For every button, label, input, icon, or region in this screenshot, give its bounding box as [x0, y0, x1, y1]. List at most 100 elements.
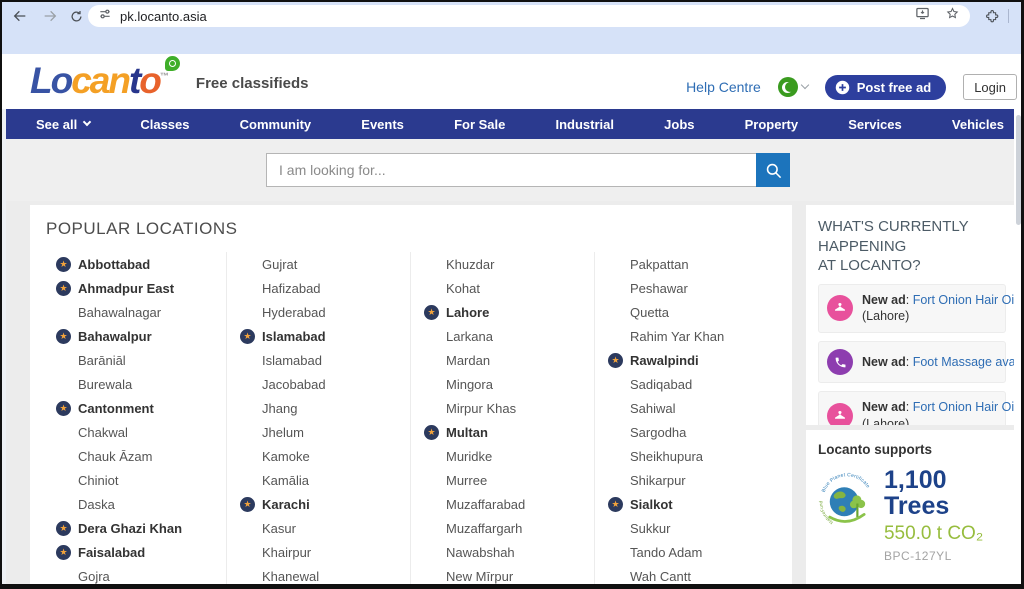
location-link-khanewal[interactable]: Khanewal [240, 564, 410, 588]
location-link-sahiwal[interactable]: Sahiwal [608, 396, 779, 420]
location-link-bahawalnagar[interactable]: Bahawalnagar [56, 300, 226, 324]
star-badge-icon: ★ [608, 497, 623, 512]
location-link-jhang[interactable]: Jhang [240, 396, 410, 420]
location-link-kasur[interactable]: Kasur [240, 516, 410, 540]
location-link-burewala[interactable]: Burewala [56, 372, 226, 396]
location-link-sialkot[interactable]: ★Sialkot [608, 492, 779, 516]
location-link-new-m-rpur[interactable]: New Mīrpur [424, 564, 594, 588]
location-link-bar-ni-l[interactable]: Barāniāl [56, 348, 226, 372]
bookmark-star-icon[interactable] [945, 6, 960, 26]
nav-item-jobs[interactable]: Jobs [660, 117, 698, 132]
locations-column-2: GujratHafizabadHyderabad★IslamabadIslama… [240, 252, 411, 588]
location-link-sheikhupura[interactable]: Sheikhupura [608, 444, 779, 468]
new-ad-card[interactable]: New ad: Fort Onion Hair Oil Price In ...… [818, 284, 1006, 334]
login-button[interactable]: Login [963, 74, 1017, 100]
location-link-kamoke[interactable]: Kamoke [240, 444, 410, 468]
address-bar[interactable]: pk.locanto.asia [88, 5, 970, 27]
new-ad-card[interactable]: New ad: Fort Onion Hair Oil Price In ...… [818, 391, 1006, 425]
location-link-rawalpindi[interactable]: ★Rawalpindi [608, 348, 779, 372]
location-link-dera-ghazi-khan[interactable]: ★Dera Ghazi Khan [56, 516, 226, 540]
location-link-quetta[interactable]: Quetta [608, 300, 779, 324]
locanto-logo[interactable]: Locanto™ [30, 62, 184, 99]
location-link-muridke[interactable]: Muridke [424, 444, 594, 468]
location-link-mirpur-khas[interactable]: Mirpur Khas [424, 396, 594, 420]
location-link-khuzdar[interactable]: Khuzdar [424, 252, 594, 276]
search-button[interactable] [756, 153, 790, 187]
nav-item-label: Services [848, 117, 902, 132]
location-name: Bahawalnagar [78, 305, 161, 320]
location-link-hyderabad[interactable]: Hyderabad [240, 300, 410, 324]
extensions-icon[interactable] [982, 6, 1002, 26]
country-selector[interactable] [778, 77, 808, 97]
install-app-icon[interactable] [915, 6, 930, 26]
location-link-hafizabad[interactable]: Hafizabad [240, 276, 410, 300]
location-link-jacobabad[interactable]: Jacobabad [240, 372, 410, 396]
location-link-mingora[interactable]: Mingora [424, 372, 594, 396]
location-link-cantonment[interactable]: ★Cantonment [56, 396, 226, 420]
location-link-tando-adam[interactable]: Tando Adam [608, 540, 779, 564]
happening-list: New ad: Fort Onion Hair Oil Price In ...… [818, 284, 1006, 426]
refresh-icon[interactable] [66, 6, 86, 26]
nav-item-community[interactable]: Community [236, 117, 316, 132]
location-name: Mirpur Khas [446, 401, 516, 416]
location-link-kohat[interactable]: Kohat [424, 276, 594, 300]
location-link-khairpur[interactable]: Khairpur [240, 540, 410, 564]
nav-item-services[interactable]: Services [844, 117, 906, 132]
post-free-ad-button[interactable]: Post free ad [825, 75, 946, 100]
location-link-shikarpur[interactable]: Shikarpur [608, 468, 779, 492]
url-text[interactable]: pk.locanto.asia [120, 9, 207, 24]
ad-link[interactable]: Fort Onion Hair Oil Price In ... [913, 400, 1018, 414]
location-name: Kohat [446, 281, 480, 296]
location-link-mardan[interactable]: Mardan [424, 348, 594, 372]
location-link-islamabad[interactable]: ★Islamabad [240, 324, 410, 348]
location-link-nawabshah[interactable]: Nawabshah [424, 540, 594, 564]
nav-item-events[interactable]: Events [357, 117, 408, 132]
new-ad-card[interactable]: New ad: Foot Massage available at ... [818, 341, 1006, 383]
location-link-sargodha[interactable]: Sargodha [608, 420, 779, 444]
location-link-lahore[interactable]: ★Lahore [424, 300, 594, 324]
location-link-multan[interactable]: ★Multan [424, 420, 594, 444]
location-link-sadiqabad[interactable]: Sadiqabad [608, 372, 779, 396]
location-link-ahmadpur-east[interactable]: ★Ahmadpur East [56, 276, 226, 300]
location-link-muzaffarabad[interactable]: Muzaffarabad [424, 492, 594, 516]
location-link-chauk-zam[interactable]: Chauk Āzam [56, 444, 226, 468]
nav-item-for-sale[interactable]: For Sale [450, 117, 509, 132]
nav-item-property[interactable]: Property [741, 117, 802, 132]
location-name: Sadiqabad [630, 377, 692, 392]
location-link-pakpattan[interactable]: Pakpattan [608, 252, 779, 276]
help-centre-link[interactable]: Help Centre [686, 79, 761, 95]
location-link-muzaffargarh[interactable]: Muzaffargarh [424, 516, 594, 540]
location-link-sukkur[interactable]: Sukkur [608, 516, 779, 540]
location-link-wah-cantt[interactable]: Wah Cantt [608, 564, 779, 588]
nav-item-vehicles[interactable]: Vehicles [948, 117, 1008, 132]
scrollbar[interactable] [1014, 109, 1023, 584]
back-icon[interactable] [10, 6, 30, 26]
search-input[interactable] [266, 153, 756, 187]
location-link-chiniot[interactable]: Chiniot [56, 468, 226, 492]
search-section [6, 139, 1014, 201]
location-link-kam-lia[interactable]: Kamālia [240, 468, 410, 492]
location-link-faisalabad[interactable]: ★Faisalabad [56, 540, 226, 564]
location-link-chakwal[interactable]: Chakwal [56, 420, 226, 444]
location-link-gojra[interactable]: Gojra [56, 564, 226, 588]
nav-item-see-all[interactable]: See all [32, 117, 94, 132]
nav-item-industrial[interactable]: Industrial [552, 117, 619, 132]
forward-icon[interactable] [40, 6, 60, 26]
ad-link[interactable]: Foot Massage available at ... [913, 355, 1018, 369]
location-link-islamabad[interactable]: Islamabad [240, 348, 410, 372]
scrollbar-thumb[interactable] [1016, 115, 1021, 225]
location-link-karachi[interactable]: ★Karachi [240, 492, 410, 516]
location-link-gujrat[interactable]: Gujrat [240, 252, 410, 276]
location-link-larkana[interactable]: Larkana [424, 324, 594, 348]
location-link-abbottabad[interactable]: ★Abbottabad [56, 252, 226, 276]
site-settings-icon[interactable] [98, 7, 112, 26]
location-link-jhelum[interactable]: Jhelum [240, 420, 410, 444]
location-link-murree[interactable]: Murree [424, 468, 594, 492]
location-link-bahawalpur[interactable]: ★Bahawalpur [56, 324, 226, 348]
nav-item-classes[interactable]: Classes [136, 117, 193, 132]
star-badge-icon: ★ [608, 353, 623, 368]
ad-link[interactable]: Fort Onion Hair Oil Price In ... [913, 293, 1018, 307]
location-link-peshawar[interactable]: Peshawar [608, 276, 779, 300]
location-link-daska[interactable]: Daska [56, 492, 226, 516]
location-link-rahim-yar-khan[interactable]: Rahim Yar Khan [608, 324, 779, 348]
